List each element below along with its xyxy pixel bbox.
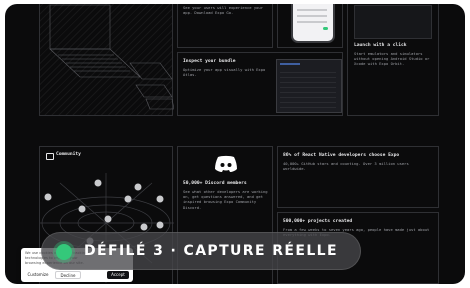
- phone-card: [277, 4, 343, 48]
- decline-button[interactable]: Decline: [55, 271, 81, 279]
- react-native-card: 86% of React Native developers choose Ex…: [277, 146, 439, 208]
- scroll-capture-badge: DÉFILÉ 3 · CAPTURE RÉELLE: [41, 232, 361, 270]
- launch-card: Launch with a click Start emulators and …: [347, 4, 439, 116]
- accept-button[interactable]: Accept: [107, 271, 129, 279]
- laptop-illustration: [49, 4, 174, 110]
- community-icon: [46, 153, 54, 160]
- community-title: Community: [56, 152, 81, 157]
- launch-title: Launch with a click: [354, 43, 407, 48]
- bundle-title: Inspect your bundle: [183, 59, 236, 64]
- page-frame: See your users will experience your app.…: [5, 4, 465, 284]
- react-native-body: 40,000+ GitHub stars and counting. Over …: [283, 161, 409, 172]
- bundle-body: Optimize your app visually with Expo Atl…: [183, 67, 266, 78]
- scroll-capture-label: DÉFILÉ 3 · CAPTURE RÉELLE: [84, 243, 338, 259]
- expo-go-card: See your users will experience your app.…: [177, 4, 273, 48]
- discord-title: 50,000+ Discord members: [183, 181, 247, 186]
- discord-icon: [215, 155, 237, 172]
- launch-body: Start emulators and simulators without o…: [354, 51, 430, 67]
- expo-go-text: See your users will experience your app.…: [183, 5, 264, 16]
- react-native-title: 86% of React Native developers choose Ex…: [283, 153, 400, 158]
- atlas-preview: [276, 59, 342, 113]
- projects-title: 500,000+ projects created: [283, 219, 353, 224]
- laptop-card: [39, 4, 174, 116]
- discord-body: See what other developers are working on…: [183, 189, 268, 210]
- phone-mockup: [291, 4, 335, 43]
- status-dot: [56, 244, 72, 260]
- orbit-preview: [354, 5, 432, 39]
- customize-button[interactable]: Customize: [25, 271, 51, 279]
- bundle-card: Inspect your bundle Optimize your app vi…: [177, 52, 343, 116]
